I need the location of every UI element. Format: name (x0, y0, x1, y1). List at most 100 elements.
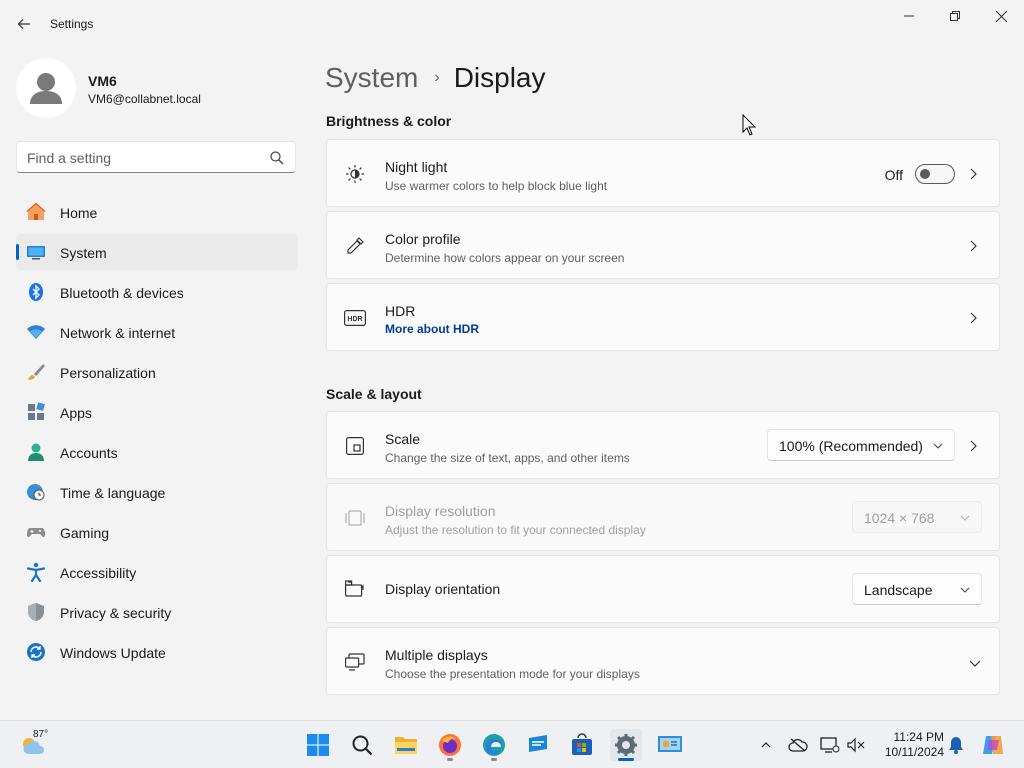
sidebar-item-privacy[interactable]: Privacy & security (16, 594, 298, 630)
display-resolution-card: Display resolution Adjust the resolution… (326, 483, 1000, 551)
display-resolution-title: Display resolution (385, 503, 496, 519)
clock-date: 10/11/2024 (884, 745, 944, 759)
scale-dropdown[interactable]: 100% (Recommended) (767, 429, 955, 461)
multiple-displays-title: Multiple displays (385, 647, 488, 663)
multiple-displays-card[interactable]: Multiple displays Choose the presentatio… (326, 627, 1000, 695)
scale-title: Scale (385, 431, 421, 447)
sidebar-item-accessibility[interactable]: Accessibility (16, 554, 298, 590)
night-light-toggle[interactable] (915, 164, 955, 184)
system-clock[interactable]: 11:24 PM 10/11/2024 (872, 730, 944, 760)
hdr-title: HDR (385, 303, 416, 319)
taskbar-control-panel[interactable] (654, 729, 686, 761)
title-bar: Settings (0, 0, 1024, 48)
home-icon (26, 202, 46, 222)
taskbar-edge[interactable] (478, 729, 510, 761)
control-panel-icon (658, 736, 682, 752)
night-light-title: Night light (385, 159, 448, 175)
scale-subtitle: Change the size of text, apps, and other… (385, 451, 630, 465)
taskbar-search-button[interactable] (346, 729, 378, 761)
chevron-right-icon (970, 440, 977, 452)
chevron-down-icon (960, 587, 970, 593)
more-about-hdr-link[interactable]: More about HDR (385, 322, 479, 336)
search-input[interactable]: Find a setting (16, 141, 296, 173)
running-indicator (491, 758, 497, 761)
multiple-displays-icon (344, 651, 366, 673)
active-indicator (618, 758, 634, 761)
sidebar-item-personalization[interactable]: Personalization (16, 354, 298, 390)
sidebar-item-label: Accessibility (60, 565, 137, 581)
scale-icon (344, 435, 366, 457)
gamepad-icon (26, 522, 46, 542)
apps-icon (26, 402, 46, 422)
svg-text:HDR: HDR (347, 316, 362, 323)
display-orientation-card[interactable]: Display orientation Landscape (326, 555, 1000, 623)
sidebar-item-time-language[interactable]: Time & language (16, 474, 298, 510)
notification-bell-icon[interactable] (946, 735, 966, 755)
running-indicator (447, 758, 453, 761)
scale-dropdown-value: 100% (Recommended) (779, 438, 923, 454)
display-resolution-subtitle: Adjust the resolution to fit your connec… (385, 523, 646, 537)
sidebar-item-label: Network & internet (60, 325, 176, 341)
file-explorer-icon (395, 737, 417, 754)
color-profile-card[interactable]: Color profile Determine how colors appea… (326, 211, 1000, 279)
app-title: Settings (50, 17, 94, 31)
night-light-subtitle: Use warmer colors to help block blue lig… (385, 179, 608, 193)
sidebar-item-windows-update[interactable]: Windows Update (16, 634, 298, 670)
sidebar-item-label: Gaming (60, 525, 110, 541)
system-icon (26, 242, 46, 262)
brush-icon (26, 362, 46, 382)
resolution-icon (344, 507, 366, 529)
accessibility-icon (26, 562, 46, 582)
sidebar-item-label: Apps (60, 405, 92, 421)
sidebar-item-accounts[interactable]: Accounts (16, 434, 298, 470)
sidebar-item-label: Privacy & security (60, 605, 172, 621)
night-light-card[interactable]: Night light Use warmer colors to help bl… (326, 139, 1000, 207)
network-monitor-icon[interactable] (820, 735, 840, 755)
sidebar-item-home[interactable]: Home (16, 194, 298, 230)
volume-muted-icon[interactable] (846, 735, 866, 755)
brightness-icon (344, 163, 366, 185)
multiple-displays-subtitle: Choose the presentation mode for your di… (385, 667, 640, 681)
sidebar-item-network[interactable]: Network & internet (16, 314, 298, 350)
scale-card[interactable]: Scale Change the size of text, apps, and… (326, 411, 1000, 479)
tray-overflow-chevron-up-icon[interactable] (756, 735, 776, 755)
sidebar-item-label: System (60, 245, 107, 261)
globe-clock-icon (26, 482, 46, 502)
sidebar-item-gaming[interactable]: Gaming (16, 514, 298, 550)
taskbar-remote-app[interactable] (522, 729, 554, 761)
taskbar-store[interactable] (566, 729, 598, 761)
copilot-icon[interactable] (980, 735, 1006, 755)
onedrive-cloud-icon[interactable] (788, 735, 808, 755)
hdr-card[interactable]: HDR HDR More about HDR (326, 283, 1000, 351)
orientation-dropdown[interactable]: Landscape (852, 573, 982, 605)
firefox-icon (439, 734, 461, 756)
start-button[interactable] (302, 729, 334, 761)
start-icon (307, 734, 329, 756)
back-arrow-icon (17, 19, 30, 29)
breadcrumb-parent[interactable]: System (325, 62, 418, 94)
minimize-icon (904, 15, 914, 17)
chevron-down-icon (933, 443, 943, 449)
orientation-icon (344, 579, 366, 601)
close-button[interactable] (978, 0, 1024, 32)
chevron-down-icon[interactable] (967, 655, 983, 671)
restore-button[interactable] (932, 0, 978, 32)
restore-icon (950, 11, 960, 21)
eyedropper-icon (344, 235, 366, 257)
clock-time: 11:24 PM (893, 730, 944, 744)
update-icon (26, 642, 46, 662)
taskbar-settings[interactable] (610, 729, 642, 761)
taskbar-file-explorer[interactable] (390, 729, 422, 761)
sidebar-item-bluetooth[interactable]: Bluetooth & devices (16, 274, 298, 310)
chevron-right-icon (970, 168, 977, 180)
chevron-down-icon (960, 515, 970, 521)
user-profile[interactable]: VM6 VM6@collabnet.local (16, 56, 296, 118)
breadcrumb: System › Display (325, 58, 546, 98)
sidebar-item-apps[interactable]: Apps (16, 394, 298, 430)
search-icon (270, 151, 284, 165)
resolution-dropdown: 1024 × 768 (852, 501, 982, 533)
taskbar-firefox[interactable] (434, 729, 466, 761)
sidebar-item-system[interactable]: System (16, 234, 298, 270)
back-button[interactable] (12, 12, 36, 36)
minimize-button[interactable] (886, 0, 932, 32)
